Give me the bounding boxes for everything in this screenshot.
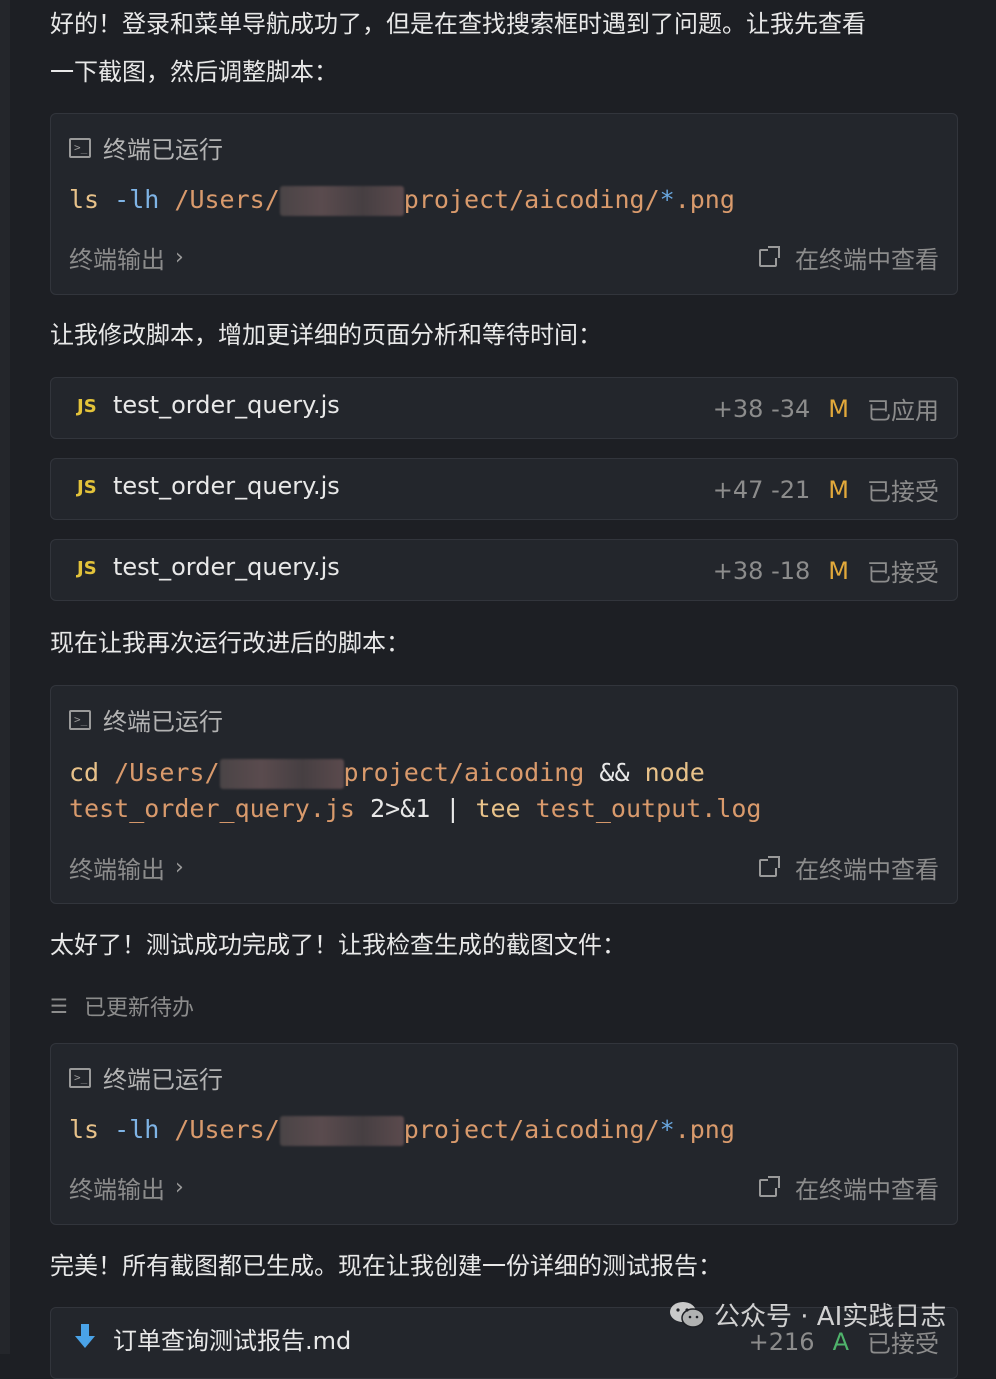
cmd-redirect: 2>&1 <box>370 794 431 823</box>
cmd-operator: && <box>599 758 630 787</box>
file-change-row[interactable]: JS test_order_query.js +38 -18 M 已接受 <box>50 539 958 601</box>
file-change-meta: +38 -34 M 已应用 <box>713 391 939 426</box>
cmd-name: ls <box>69 1115 100 1144</box>
file-change-row[interactable]: JS test_order_query.js +38 -34 M 已应用 <box>50 377 958 439</box>
cmd-name: tee <box>475 794 521 823</box>
file-status: 已应用 <box>867 397 939 425</box>
view-in-terminal-button[interactable]: 在终端中查看 <box>759 240 939 275</box>
file-status: 已接受 <box>867 559 939 587</box>
assistant-message-1: 好的！登录和菜单导航成功了，但是在查找搜索框时遇到了问题。让我先查看 一下截图，… <box>50 0 866 96</box>
file-status: 已接受 <box>867 478 939 506</box>
terminal-header-label: 终端已运行 <box>103 136 223 164</box>
terminal-icon: >_ <box>69 137 91 158</box>
js-file-icon: JS <box>77 477 97 498</box>
watermark: 公众号 · AI实践日志 <box>668 1296 946 1333</box>
terminal-command[interactable]: ls -lh /Users/project/aicoding/*.png <box>69 182 735 218</box>
external-link-icon <box>759 1175 780 1197</box>
view-in-terminal-button[interactable]: 在终端中查看 <box>759 1170 939 1205</box>
terminal-header-label: 终端已运行 <box>103 708 223 736</box>
file-change-row[interactable]: JS test_order_query.js +47 -21 M 已接受 <box>50 458 958 520</box>
message-line: 一下截图，然后调整脚本： <box>50 58 338 86</box>
assistant-message-2: 让我修改脚本，增加更详细的页面分析和等待时间： <box>50 321 602 349</box>
terminal-card-header: >_ 终端已运行 <box>69 130 223 165</box>
diff-stats: +38 -34 <box>712 394 811 423</box>
file-name: test_order_query.js <box>113 472 340 500</box>
redacted-username <box>279 186 404 216</box>
diff-stats: +47 -21 <box>712 475 811 504</box>
cmd-path: /Users/ <box>174 1115 280 1144</box>
redacted-username <box>219 759 344 789</box>
js-file-icon: JS <box>77 558 97 579</box>
assistant-message-3: 现在让我再次运行改进后的脚本： <box>50 629 410 657</box>
cmd-name: node <box>644 758 705 787</box>
watermark-text: 公众号 · AI实践日志 <box>714 1302 947 1332</box>
diff-stats: +38 -18 <box>712 556 811 585</box>
cmd-file: test_order_query.js <box>69 794 355 823</box>
cmd-file: test_output.log <box>535 794 762 823</box>
file-name: test_order_query.js <box>113 391 340 419</box>
terminal-command[interactable]: ls -lh /Users/project/aicoding/*.png <box>69 1112 735 1148</box>
todo-label: 已更新待办 <box>84 996 195 1021</box>
terminal-icon: >_ <box>69 1067 91 1088</box>
cmd-path: project/aicoding/ <box>403 1115 660 1144</box>
cmd-path: /Users/ <box>114 758 220 787</box>
terminal-card-1: >_ 终端已运行 ls -lh /Users/project/aicoding/… <box>50 113 958 295</box>
terminal-output-toggle[interactable]: 终端输出 › <box>69 850 184 885</box>
assistant-message-5: 完美！所有截图都已生成。现在让我创建一份详细的测试报告： <box>50 1252 722 1280</box>
terminal-card-header: >_ 终端已运行 <box>69 1060 223 1095</box>
view-in-terminal-label: 在终端中查看 <box>795 1176 939 1204</box>
modified-badge: M <box>828 475 849 504</box>
cmd-flag: -lh <box>114 185 160 214</box>
cmd-wildcard: * <box>659 1115 675 1144</box>
modified-badge: M <box>828 394 849 423</box>
markdown-file-icon <box>75 1324 95 1348</box>
cmd-name: ls <box>69 185 100 214</box>
assistant-message-4: 太好了！测试成功完成了！让我检查生成的截图文件： <box>50 931 626 959</box>
cmd-path: /Users/ <box>174 185 280 214</box>
modified-badge: M <box>828 556 849 585</box>
external-link-icon <box>759 855 780 877</box>
terminal-card-header: >_ 终端已运行 <box>69 702 223 737</box>
cmd-ext: .png <box>674 185 735 214</box>
cmd-path: project/aicoding <box>343 758 585 787</box>
terminal-header-label: 终端已运行 <box>103 1066 223 1094</box>
cmd-ext: .png <box>674 1115 735 1144</box>
chevron-right-icon: › <box>175 245 184 270</box>
redacted-username <box>279 1116 404 1146</box>
chevron-right-icon: › <box>175 855 184 880</box>
cmd-flag: -lh <box>114 1115 160 1144</box>
js-file-icon: JS <box>77 396 97 417</box>
view-in-terminal-button[interactable]: 在终端中查看 <box>759 850 939 885</box>
file-name: 订单查询测试报告.md <box>113 1327 352 1355</box>
view-in-terminal-label: 在终端中查看 <box>795 856 939 884</box>
file-change-meta: +38 -18 M 已接受 <box>713 553 939 588</box>
terminal-output-label: 终端输出 <box>69 1176 165 1204</box>
view-in-terminal-label: 在终端中查看 <box>795 246 939 274</box>
wechat-icon <box>670 1301 705 1328</box>
terminal-output-toggle[interactable]: 终端输出 › <box>69 1170 184 1205</box>
terminal-output-label: 终端输出 <box>69 246 165 274</box>
todo-updated-indicator[interactable]: ☰ 已更新待办 <box>50 990 194 1022</box>
external-link-icon <box>759 245 780 267</box>
cmd-pipe: | <box>445 794 461 823</box>
cmd-path: project/aicoding/ <box>403 185 660 214</box>
terminal-output-toggle[interactable]: 终端输出 › <box>69 240 184 275</box>
terminal-card-3: >_ 终端已运行 ls -lh /Users/project/aicoding/… <box>50 1043 958 1225</box>
left-edge-bar <box>0 0 10 1354</box>
cmd-name: cd <box>69 758 100 787</box>
file-name: test_order_query.js <box>113 553 340 581</box>
terminal-output-label: 终端输出 <box>69 856 165 884</box>
chevron-right-icon: › <box>175 1175 184 1200</box>
terminal-card-2: >_ 终端已运行 cd /Users/project/aicoding && n… <box>50 685 958 904</box>
terminal-command[interactable]: cd /Users/project/aicoding && node test_… <box>69 755 761 827</box>
cmd-wildcard: * <box>659 185 675 214</box>
message-line: 好的！登录和菜单导航成功了，但是在查找搜索框时遇到了问题。让我先查看 <box>50 10 866 38</box>
terminal-icon: >_ <box>69 709 91 730</box>
file-change-meta: +47 -21 M 已接受 <box>713 472 939 507</box>
list-icon: ☰ <box>50 994 68 1018</box>
